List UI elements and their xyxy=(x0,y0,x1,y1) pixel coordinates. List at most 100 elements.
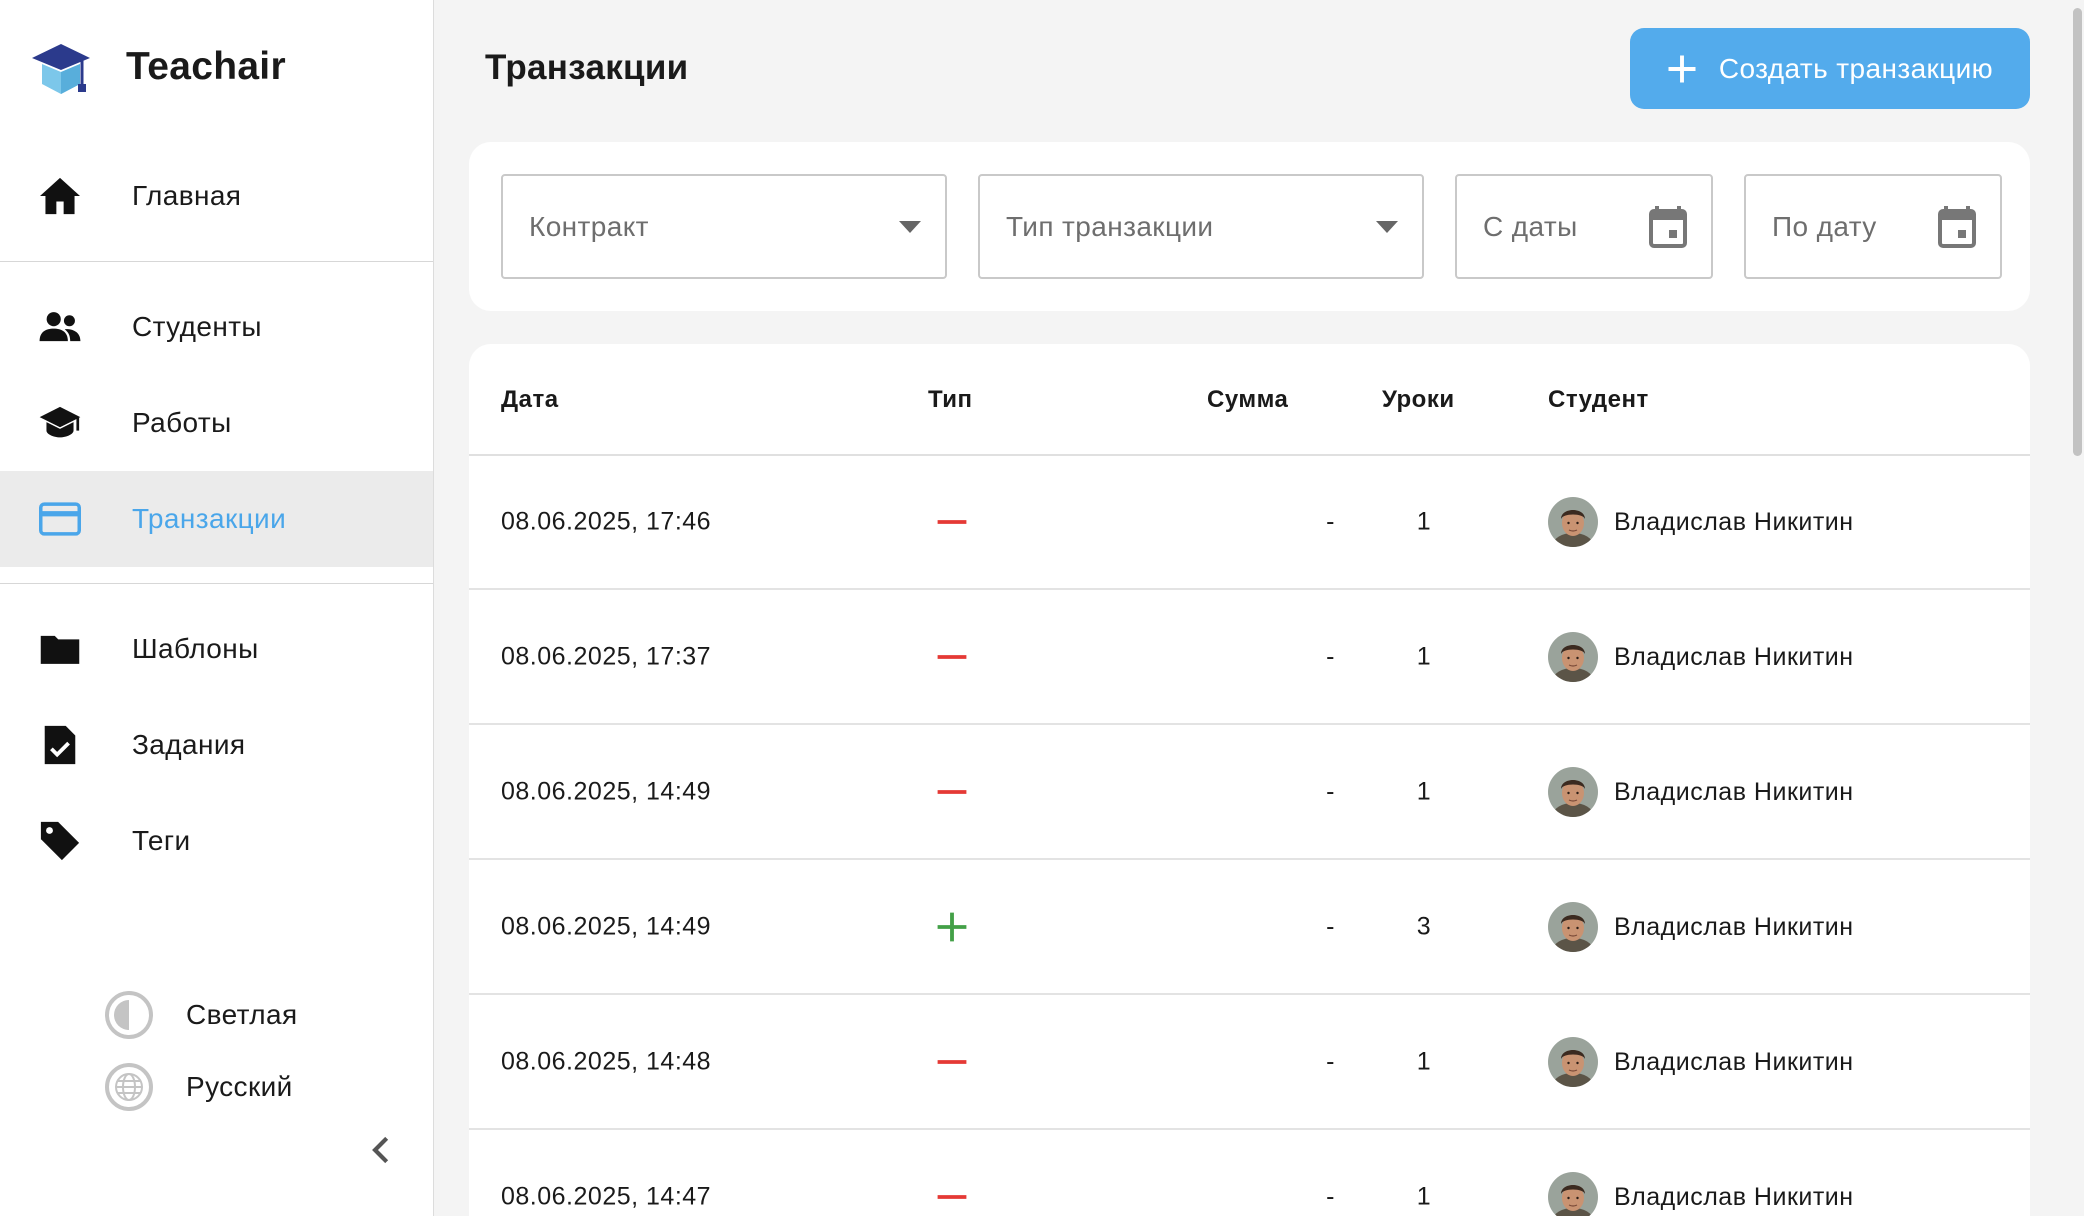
language-select[interactable]: Русский xyxy=(104,1062,293,1112)
row-sum: - xyxy=(1326,912,1335,941)
brand[interactable]: Teachair xyxy=(30,38,286,96)
sidebar: Teachair Главная Студенты Работы Транзак… xyxy=(0,0,434,1216)
date-from-field[interactable]: С даты xyxy=(1455,174,1713,279)
row-student[interactable]: Владислав Никитин xyxy=(1548,767,1854,817)
row-lessons: 1 xyxy=(1416,1047,1432,1076)
folder-icon xyxy=(38,627,82,671)
brand-name: Teachair xyxy=(126,45,286,88)
sidebar-divider xyxy=(0,261,433,262)
home-icon xyxy=(38,174,82,218)
language-label: Русский xyxy=(186,1071,293,1102)
column-header-student[interactable]: Студент xyxy=(1548,386,1649,414)
theme-toggle[interactable]: Светлая xyxy=(104,990,298,1040)
date-to-placeholder: По дату xyxy=(1772,210,1877,242)
date-from-placeholder: С даты xyxy=(1483,210,1578,242)
sidebar-item-tasks[interactable]: Задания xyxy=(0,697,433,793)
sidebar-item-tags[interactable]: Теги xyxy=(0,793,433,889)
column-header-date[interactable]: Дата xyxy=(501,386,559,414)
contract-select[interactable]: Контракт xyxy=(501,174,947,279)
sidebar-item-students[interactable]: Студенты xyxy=(0,279,433,375)
table-row[interactable]: 08.06.2025, 14:48 - 1 Владислав Никитин xyxy=(469,996,2030,1130)
plus-icon xyxy=(1668,55,1696,82)
row-sum: - xyxy=(1326,1182,1335,1211)
avatar xyxy=(1548,1172,1598,1216)
scrollbar-thumb[interactable] xyxy=(2073,8,2082,456)
people-icon xyxy=(38,305,82,349)
row-date: 08.06.2025, 14:49 xyxy=(501,777,712,806)
collapse-sidebar-button[interactable] xyxy=(362,1130,398,1170)
credit-card-icon xyxy=(38,497,82,541)
student-name: Владислав Никитин xyxy=(1614,642,1854,671)
table-row[interactable]: 08.06.2025, 17:37 - 1 Владислав Никитин xyxy=(469,591,2030,725)
table-header: Дата Тип Сумма Уроки Студент xyxy=(469,344,2030,456)
sidebar-item-templates[interactable]: Шаблоны xyxy=(0,601,433,697)
date-to-field[interactable]: По дату xyxy=(1744,174,2002,279)
globe-icon xyxy=(105,1063,153,1111)
minus-icon xyxy=(933,638,971,676)
row-student[interactable]: Владислав Никитин xyxy=(1548,902,1854,952)
page-title: Транзакции xyxy=(485,48,689,87)
contract-placeholder: Контракт xyxy=(529,210,649,242)
calendar-icon[interactable] xyxy=(1938,205,1976,248)
row-date: 08.06.2025, 14:47 xyxy=(501,1182,712,1211)
filters-panel: Контракт Тип транзакции С даты По дату xyxy=(469,142,2030,311)
sidebar-item-label: Транзакции xyxy=(132,503,287,534)
row-lessons: 3 xyxy=(1416,912,1432,941)
create-transaction-button[interactable]: Создать транзакцию xyxy=(1630,28,2030,109)
row-sum: - xyxy=(1326,777,1335,806)
transaction-type-select[interactable]: Тип транзакции xyxy=(978,174,1424,279)
column-header-type[interactable]: Тип xyxy=(928,386,973,414)
avatar xyxy=(1548,497,1598,547)
sidebar-item-home[interactable]: Главная xyxy=(0,148,433,244)
sidebar-item-label: Студенты xyxy=(132,311,262,342)
row-lessons: 1 xyxy=(1416,507,1432,536)
row-date: 08.06.2025, 17:46 xyxy=(501,507,712,536)
avatar xyxy=(1548,902,1598,952)
table-row[interactable]: 08.06.2025, 14:47 - 1 Владислав Никитин xyxy=(469,1131,2030,1216)
row-sum: - xyxy=(1326,507,1335,536)
student-name: Владислав Никитин xyxy=(1614,912,1854,941)
minus-icon xyxy=(933,503,971,541)
student-name: Владислав Никитин xyxy=(1614,507,1854,536)
column-header-lessons[interactable]: Уроки xyxy=(1382,386,1455,414)
row-student[interactable]: Владислав Никитин xyxy=(1548,1172,1854,1216)
graduation-cap-icon xyxy=(38,401,82,445)
avatar xyxy=(1548,632,1598,682)
calendar-icon[interactable] xyxy=(1649,205,1687,248)
table-row[interactable]: 08.06.2025, 14:49 - 3 Владислав Никитин xyxy=(469,861,2030,995)
student-name: Владислав Никитин xyxy=(1614,1182,1854,1211)
plus-icon xyxy=(933,908,971,946)
table-row[interactable]: 08.06.2025, 17:46 - 1 Владислав Никитин xyxy=(469,456,2030,590)
contrast-icon xyxy=(105,991,153,1039)
create-transaction-label: Создать транзакцию xyxy=(1718,52,1994,84)
row-sum: - xyxy=(1326,1047,1335,1076)
student-name: Владислав Никитин xyxy=(1614,777,1854,806)
row-lessons: 1 xyxy=(1416,642,1432,671)
page-scrollbar[interactable] xyxy=(2070,0,2084,1216)
row-date: 08.06.2025, 14:49 xyxy=(501,912,712,941)
minus-icon xyxy=(933,1178,971,1216)
tag-icon xyxy=(38,819,82,863)
table-row[interactable]: 08.06.2025, 14:49 - 1 Владислав Никитин xyxy=(469,726,2030,860)
sidebar-item-label: Теги xyxy=(132,825,191,856)
minus-icon xyxy=(933,1043,971,1081)
row-lessons: 1 xyxy=(1416,1182,1432,1211)
sidebar-item-label: Шаблоны xyxy=(132,633,259,664)
caret-down-icon xyxy=(1376,220,1398,233)
column-header-sum[interactable]: Сумма xyxy=(1207,386,1288,414)
avatar xyxy=(1548,1037,1598,1087)
sidebar-item-works[interactable]: Работы xyxy=(0,375,433,471)
row-student[interactable]: Владислав Никитин xyxy=(1548,497,1854,547)
row-student[interactable]: Владислав Никитин xyxy=(1548,1037,1854,1087)
minus-icon xyxy=(933,773,971,811)
sidebar-item-transactions[interactable]: Транзакции xyxy=(0,471,433,567)
chevron-left-icon xyxy=(372,1136,389,1164)
sidebar-item-label: Главная xyxy=(132,180,242,211)
theme-label: Светлая xyxy=(186,999,298,1030)
row-student[interactable]: Владислав Никитин xyxy=(1548,632,1854,682)
avatar xyxy=(1548,767,1598,817)
task-check-icon xyxy=(38,723,82,767)
student-name: Владислав Никитин xyxy=(1614,1047,1854,1076)
sidebar-item-label: Задания xyxy=(132,729,246,760)
row-date: 08.06.2025, 17:37 xyxy=(501,642,712,671)
